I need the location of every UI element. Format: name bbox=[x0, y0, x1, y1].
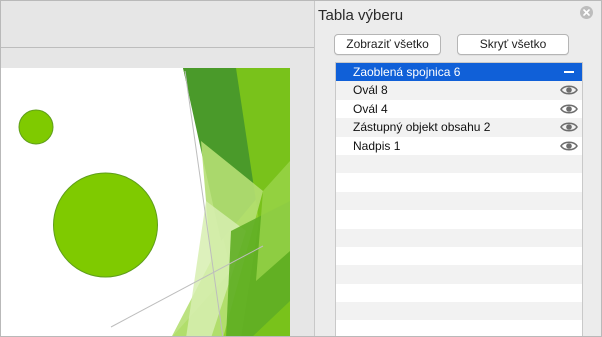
show-all-button[interactable]: Zobraziť všetko bbox=[334, 34, 441, 55]
empty-row bbox=[336, 154, 582, 174]
hide-all-button[interactable]: Skryť všetko bbox=[457, 34, 569, 55]
empty-row bbox=[336, 173, 582, 191]
oval-large[interactable] bbox=[53, 172, 158, 278]
list-item[interactable]: Ovál 8 bbox=[336, 81, 582, 100]
empty-row bbox=[336, 320, 582, 336]
empty-row bbox=[336, 228, 582, 247]
app-window: Tabla výberu Zobraziť všetko Skryť všetk… bbox=[0, 0, 602, 337]
eye-icon[interactable] bbox=[560, 121, 578, 133]
list-item-label: Zástupný objekt obsahu 2 bbox=[353, 120, 491, 135]
dash-icon[interactable] bbox=[564, 71, 574, 73]
oval-small[interactable] bbox=[18, 109, 54, 145]
list-item[interactable]: Zástupný objekt obsahu 2 bbox=[336, 118, 582, 137]
empty-row bbox=[336, 302, 582, 321]
selection-pane: Tabla výberu Zobraziť všetko Skryť všetk… bbox=[315, 1, 601, 336]
object-list: Zaoblená spojnica 6 Ovál 8 Ovál 4 Zástupný … bbox=[335, 62, 583, 336]
empty-row bbox=[336, 284, 582, 302]
empty-row bbox=[336, 210, 582, 228]
eye-icon[interactable] bbox=[560, 84, 578, 96]
empty-row bbox=[336, 247, 582, 265]
pane-title: Tabla výberu bbox=[318, 7, 404, 24]
close-icon[interactable] bbox=[580, 6, 593, 19]
slide-canvas bbox=[1, 68, 290, 337]
slide-editor bbox=[1, 1, 314, 337]
eye-icon[interactable] bbox=[560, 103, 578, 115]
list-item-label: Zaoblená spojnica 6 bbox=[353, 65, 461, 79]
list-item[interactable]: Zaoblená spojnica 6 bbox=[336, 63, 582, 82]
list-item-label: Ovál 4 bbox=[353, 101, 388, 116]
list-item-label: Ovál 8 bbox=[353, 83, 388, 98]
list-item[interactable]: Nadpis 1 bbox=[336, 137, 582, 155]
eye-icon[interactable] bbox=[560, 140, 578, 152]
slide[interactable] bbox=[1, 68, 290, 337]
list-item[interactable]: Ovál 4 bbox=[336, 100, 582, 118]
list-item-label: Nadpis 1 bbox=[353, 138, 401, 153]
empty-row bbox=[336, 265, 582, 284]
empty-row bbox=[336, 191, 582, 211]
